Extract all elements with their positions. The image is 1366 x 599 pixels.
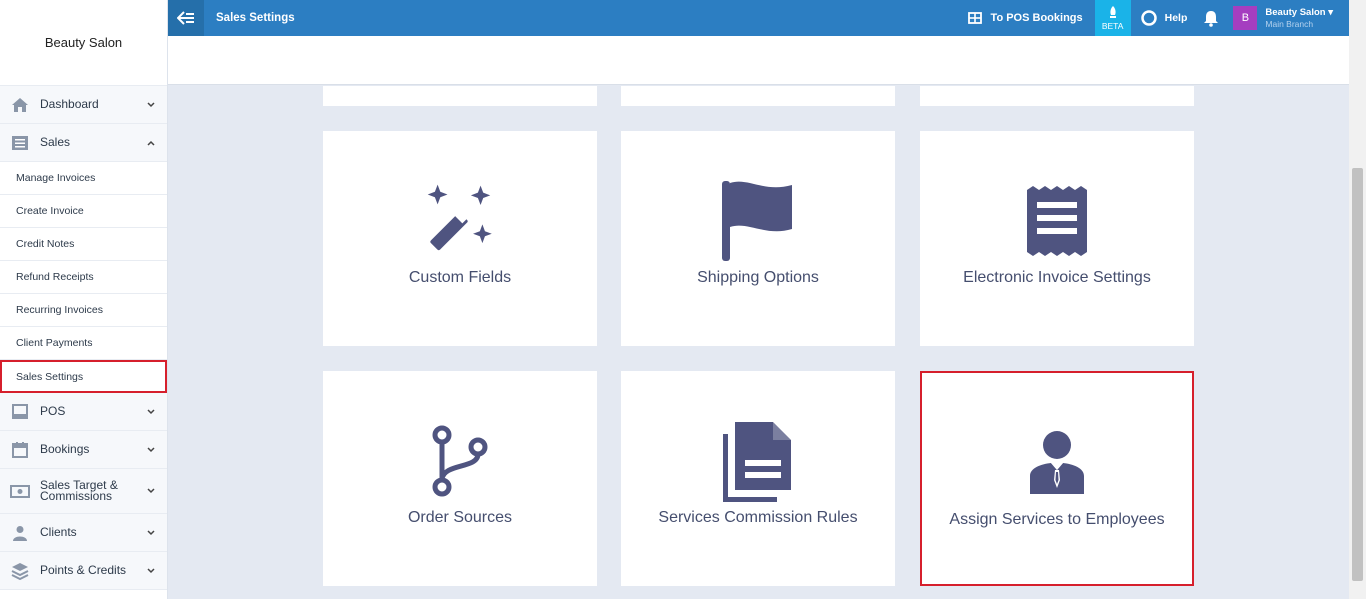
card-label: Services Commission Rules <box>658 509 858 526</box>
money-icon <box>10 481 30 501</box>
order-sources-card[interactable]: Order Sources <box>323 371 597 586</box>
card-label: Electronic Invoice Settings <box>963 269 1151 286</box>
sidebar-item-clients[interactable]: Clients <box>0 514 167 552</box>
sidebar-item-sales-target[interactable]: Sales Target & Commissions <box>0 469 167 514</box>
lifebuoy-icon <box>1140 10 1165 26</box>
card-label: Custom Fields <box>408 269 512 286</box>
receipt-icon <box>1012 176 1102 266</box>
account-name: Beauty Salon ▾ <box>1265 7 1333 18</box>
sidebar-item-points-credits[interactable]: Points & Credits <box>0 552 167 590</box>
help-button[interactable]: Help <box>1140 10 1188 26</box>
sidebar-item-label: Sales <box>40 135 71 149</box>
sidebar-subitem-create-invoice[interactable]: Create Invoice <box>0 195 167 228</box>
flag-icon <box>713 176 803 266</box>
sidebar-item-sales[interactable]: Sales <box>0 124 167 162</box>
chevron-down-icon <box>145 565 157 577</box>
back-arrow-icon <box>177 11 195 25</box>
branch-icon <box>415 416 505 506</box>
top-bar: Sales Settings To POS Bookings BETA Help… <box>168 0 1349 36</box>
monitor-icon <box>10 402 30 422</box>
sidebar-item-dashboard[interactable]: Dashboard <box>0 86 167 124</box>
sidebar-item-label: Dashboard <box>40 97 99 111</box>
sidebar-subitem-sales-settings[interactable]: Sales Settings <box>0 360 167 393</box>
employee-icon <box>1012 418 1102 508</box>
sidebar-item-label: Sales Target & Commissions <box>40 478 118 503</box>
list-icon <box>10 133 30 153</box>
custom-fields-card[interactable]: Custom Fields <box>323 131 597 346</box>
calendar-icon <box>10 440 30 460</box>
chevron-down-icon <box>145 444 157 456</box>
assign-services-to-employees-card[interactable]: Assign Services to Employees <box>920 371 1194 586</box>
documents-icon <box>713 416 803 506</box>
card-label: Shipping Options <box>697 269 819 286</box>
sidebar-item-pos[interactable]: POS <box>0 393 167 431</box>
sidebar-subitem-refund-receipts[interactable]: Refund Receipts <box>0 261 167 294</box>
account-branch: Main Branch <box>1265 19 1314 29</box>
shipping-options-card[interactable]: Shipping Options <box>621 131 895 346</box>
sidebar-item-bookings[interactable]: Bookings <box>0 431 167 469</box>
chevron-down-icon <box>145 406 157 418</box>
settings-card-partial[interactable] <box>323 86 597 106</box>
sidebar-item-label: Bookings <box>40 442 90 456</box>
card-label: Order Sources <box>407 509 513 526</box>
sidebar: Beauty Salon Dashboard Sales Manage Invo… <box>0 0 168 599</box>
account-name-text: Beauty Salon <box>1265 7 1326 18</box>
user-icon <box>10 523 30 543</box>
layers-icon <box>10 561 30 581</box>
scrollbar-thumb[interactable] <box>1352 168 1363 581</box>
brand-name: Beauty Salon <box>0 0 167 86</box>
avatar: B <box>1233 6 1258 30</box>
help-label: Help <box>1164 12 1188 24</box>
back-button[interactable] <box>168 0 204 36</box>
page-title: Sales Settings <box>216 12 295 24</box>
account-menu[interactable]: B Beauty Salon ▾ Main Branch <box>1233 6 1333 30</box>
rocket-icon <box>1108 5 1118 19</box>
sidebar-item-label: Clients <box>40 525 77 539</box>
notifications-bell-icon[interactable] <box>1203 10 1219 27</box>
electronic-invoice-settings-card[interactable]: Electronic Invoice Settings <box>920 131 1194 346</box>
sidebar-subitem-recurring-invoices[interactable]: Recurring Invoices <box>0 294 167 327</box>
beta-label: BETA <box>1101 20 1124 31</box>
pos-bookings-label: To POS Bookings <box>990 12 1083 24</box>
chevron-down-icon <box>145 527 157 539</box>
services-commission-rules-card[interactable]: Services Commission Rules <box>621 371 895 586</box>
caret-down-icon: ▾ <box>1328 7 1333 18</box>
page-header-band <box>168 36 1349 85</box>
chevron-down-icon <box>145 485 157 497</box>
settings-card-partial[interactable] <box>621 86 895 106</box>
sidebar-item-label: POS <box>40 404 66 418</box>
chevron-up-icon <box>145 137 157 149</box>
sidebar-subitem-credit-notes[interactable]: Credit Notes <box>0 228 167 261</box>
beta-button[interactable]: BETA <box>1094 0 1131 36</box>
chevron-down-icon <box>145 99 157 111</box>
card-label: Assign Services to Employees <box>949 511 1165 528</box>
sidebar-subitem-manage-invoices[interactable]: Manage Invoices <box>0 162 167 195</box>
pos-bookings-link[interactable]: To POS Bookings <box>967 12 1083 24</box>
sidebar-item-label: Points & Credits <box>40 563 127 577</box>
magic-wand-icon <box>415 176 505 266</box>
sidebar-subitem-client-payments[interactable]: Client Payments <box>0 327 167 360</box>
grid-icon <box>967 12 991 24</box>
home-icon <box>10 95 30 115</box>
settings-card-partial[interactable] <box>920 86 1194 106</box>
